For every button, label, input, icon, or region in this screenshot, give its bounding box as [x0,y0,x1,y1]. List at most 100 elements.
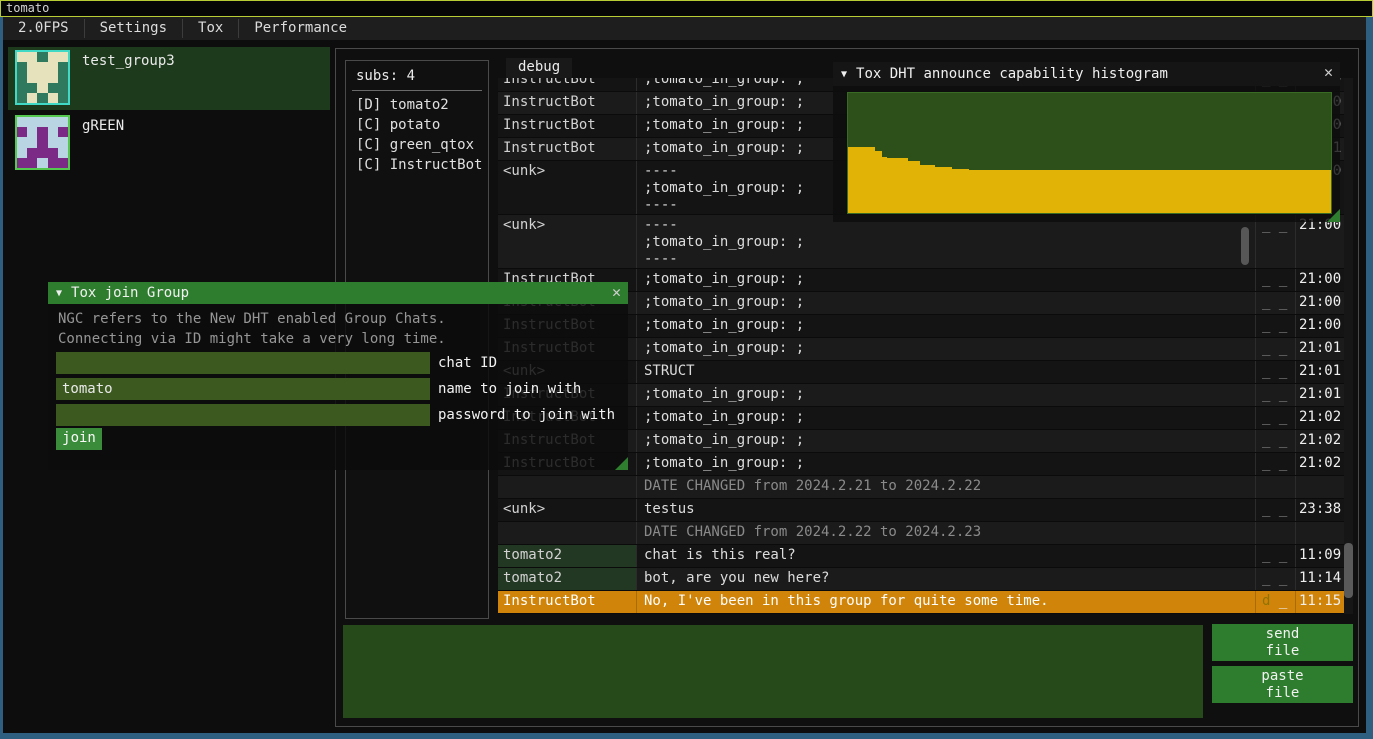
chat-message-row[interactable]: <unk>----;tomato_in_group: ;----_ _21:00 [498,215,1344,269]
avatar-pixel [37,148,47,158]
resize-grip[interactable] [615,457,628,470]
group-name-label: test_group3 [82,53,175,69]
join-group-titlebar[interactable]: ▼ Tox join Group ✕ [48,282,628,304]
chat-message-row[interactable]: tomato2bot, are you new here?_ _11:14 [498,568,1344,591]
dht-histogram-title: Tox DHT announce capability histogram [856,66,1168,82]
message-status-cell: _ _ [1256,338,1296,360]
chat-scrollbar[interactable] [1344,78,1353,614]
message-author-cell: <unk> [498,215,637,268]
date-separator-row[interactable]: DATE CHANGED from 2024.2.21 to 2024.2.22 [498,476,1344,499]
join-name-input[interactable]: tomato [56,378,430,400]
subs-member-list: [D] tomato2[C] potato[C] green_qtox[C] I… [346,95,488,175]
message-text-cell: ;tomato_in_group: ; [637,407,1256,429]
status-flag-2: _ [1270,386,1287,402]
subs-member-item[interactable]: [C] green_qtox [346,135,488,155]
avatar-pixel [37,137,47,147]
status-flag-2: _ [1270,547,1287,563]
resize-grip[interactable] [1327,209,1340,222]
avatar-pixel [58,52,68,62]
avatar-pixel [27,158,37,168]
message-status-cell: _ _ [1256,361,1296,383]
tab-debug[interactable]: debug [506,58,572,78]
collapse-arrow-icon[interactable]: ▼ [56,288,62,299]
histogram-bar [920,165,934,213]
status-flag-2: _ [1270,501,1287,517]
message-time-cell: 21:02 [1296,407,1344,429]
subs-member-item[interactable]: [D] tomato2 [346,95,488,115]
histogram-bar [848,147,875,213]
message-text-cell: ;tomato_in_group: ; [637,292,1256,314]
message-line: ---- [644,251,1255,268]
message-text-cell: chat is this real? [637,545,1256,567]
avatar-pixel [27,137,37,147]
status-flag-2: _ [1270,455,1287,471]
status-flag-2: _ [1270,409,1287,425]
chat-message-row[interactable]: InstructBotNo, I've been in this group f… [498,591,1344,614]
chat-id-input[interactable] [56,352,430,374]
status-flag-2: _ [1270,593,1287,609]
join-button[interactable]: join [56,428,102,450]
chat-message-row[interactable]: tomato2chat is this real?_ _11:09 [498,545,1344,568]
chat-scrollbar-thumb[interactable] [1344,543,1353,598]
app-window: tomato 2.0FPSSettingsToxPerformance test… [0,0,1373,739]
message-author-cell: InstructBot [498,115,637,137]
chat-inner-scrollbar-thumb[interactable] [1241,227,1249,265]
message-text-cell: ;tomato_in_group: ; [637,269,1256,291]
message-text-cell: ;tomato_in_group: ; [637,315,1256,337]
message-status-cell: d _ [1256,591,1296,613]
frame-border-right [1366,17,1373,733]
subs-member-item[interactable]: [C] potato [346,115,488,135]
message-time-cell: 21:00 [1296,292,1344,314]
avatar-pixel [58,158,68,168]
status-flag-2: _ [1270,570,1287,586]
message-status-cell: _ _ [1256,384,1296,406]
message-time-cell: 11:09 [1296,545,1344,567]
avatar-pixel [27,93,37,103]
message-author-cell: <unk> [498,499,637,521]
message-status-cell [1256,522,1296,544]
collapse-arrow-icon[interactable]: ▼ [841,69,847,80]
message-time-cell: 21:01 [1296,338,1344,360]
message-time-cell: 21:00 [1296,315,1344,337]
window-title: tomato [6,1,49,15]
message-author-cell: <unk> [498,161,637,214]
paste-file-button[interactable]: paste file [1212,666,1353,703]
avatar-pixel [27,62,37,72]
avatar-pixel [17,62,27,72]
dht-histogram-titlebar[interactable]: ▼ Tox DHT announce capability histogram … [833,62,1340,86]
join-password-input[interactable] [56,404,430,426]
message-time-cell: 11:15 [1296,591,1344,613]
date-separator-row[interactable]: DATE CHANGED from 2024.2.22 to 2024.2.23 [498,522,1344,545]
send-file-button[interactable]: send file [1212,624,1353,661]
join-description-line1: NGC refers to the New DHT enabled Group … [58,311,446,327]
chat-message-row[interactable]: <unk>testus_ _23:38 [498,499,1344,522]
menu-item-2-0fps[interactable]: 2.0FPS [3,17,84,40]
message-time-cell [1296,522,1344,544]
close-icon[interactable]: ✕ [1324,63,1333,81]
message-text-cell: No, I've been in this group for quite so… [637,591,1256,613]
avatar-pixel [48,62,58,72]
window-title-bar[interactable]: tomato [0,0,1373,17]
subs-count-label: subs: 4 [346,61,488,84]
avatar-pixel [27,127,37,137]
group-row-test_group3[interactable]: test_group3 [8,47,330,110]
menu-item-settings[interactable]: Settings [85,17,182,40]
subs-separator [352,90,482,91]
group-row-gREEN[interactable]: gREEN [8,112,330,175]
message-time-cell [1296,476,1344,498]
avatar-pixel [27,72,37,82]
message-author-cell [498,476,637,498]
menu-item-tox[interactable]: Tox [183,17,238,40]
message-status-cell: _ _ [1256,407,1296,429]
frame-border-bottom [0,733,1373,739]
close-icon[interactable]: ✕ [612,283,621,301]
avatar-pixel [58,117,68,127]
message-author-cell: InstructBot [498,138,637,160]
subs-member-item[interactable]: [C] InstructBot [346,155,488,175]
menu-item-performance[interactable]: Performance [239,17,362,40]
message-text-cell: ;tomato_in_group: ; [637,338,1256,360]
avatar-pixel [17,83,27,93]
message-status-cell: _ _ [1256,453,1296,475]
message-input[interactable] [343,625,1203,718]
dht-histogram-plot [847,92,1332,214]
